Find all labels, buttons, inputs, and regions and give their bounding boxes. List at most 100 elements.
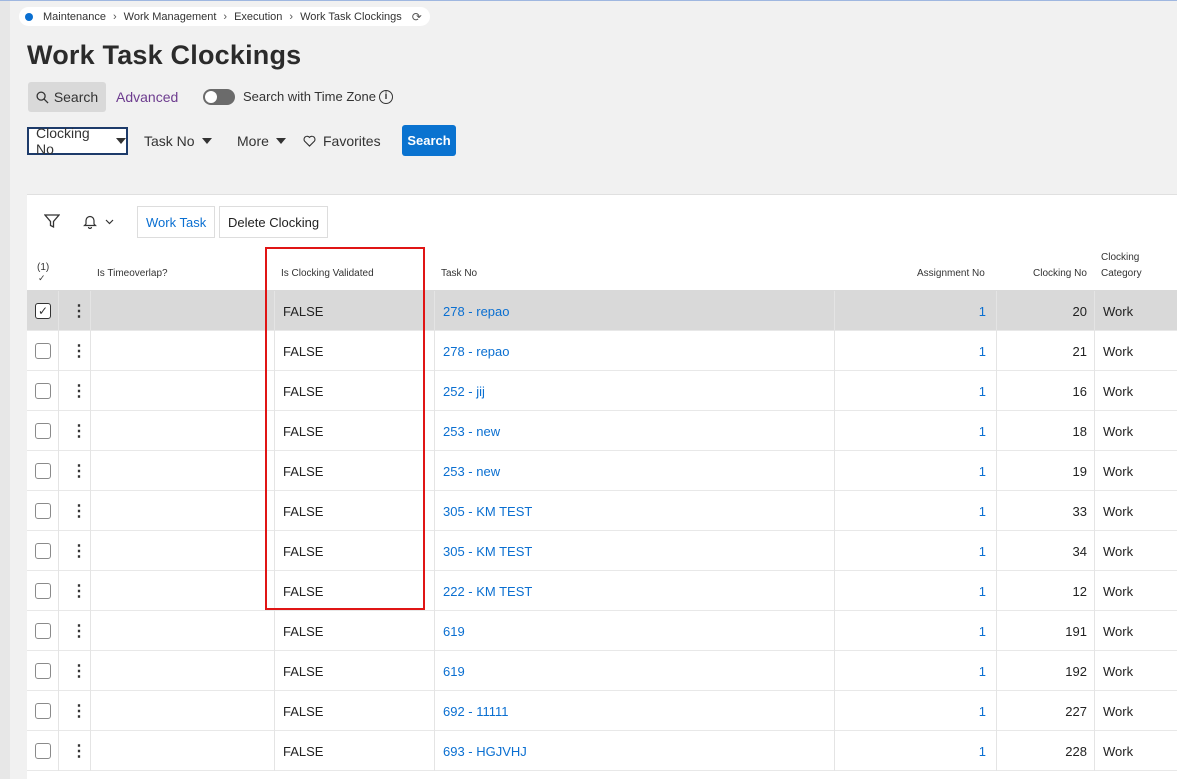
row-checkbox[interactable]: ✓ (35, 303, 51, 319)
kebab-icon[interactable]: ⋮ (71, 731, 87, 771)
clocking-no-cell: 12 (1072, 583, 1087, 599)
home-dot-icon[interactable] (25, 12, 33, 21)
row-checkbox[interactable] (35, 543, 51, 559)
clocking-no-cell: 18 (1072, 423, 1087, 439)
breadcrumb-item-execution[interactable]: Execution (234, 11, 282, 23)
task-no-link[interactable]: 305 - KM TEST (443, 491, 532, 531)
col-assignment-no[interactable]: Assignment No (917, 268, 985, 279)
kebab-icon[interactable]: ⋮ (71, 411, 87, 451)
category-cell: Work (1103, 303, 1134, 319)
table-row[interactable]: ⋮ FALSE 305 - KM TEST 1 34 Work (27, 531, 1177, 571)
assignment-no-link[interactable]: 1 (947, 291, 986, 331)
breadcrumb-item-maintenance[interactable]: Maintenance (43, 11, 106, 23)
task-no-link[interactable]: 305 - KM TEST (443, 531, 532, 571)
col-category-line2[interactable]: Category (1101, 268, 1142, 279)
caret-down-icon (201, 138, 212, 144)
task-no-link[interactable]: 278 - repao (443, 331, 510, 371)
clocking-no-cell: 228 (1065, 743, 1087, 759)
clocking-no-cell: 21 (1072, 343, 1087, 359)
task-no-link[interactable]: 619 (443, 611, 465, 651)
col-category-line1[interactable]: Clocking (1101, 252, 1139, 263)
assignment-no-link[interactable]: 1 (947, 691, 986, 731)
breadcrumb-item-work-management[interactable]: Work Management (124, 11, 217, 23)
row-checkbox[interactable] (35, 463, 51, 479)
assignment-no-link[interactable]: 1 (947, 371, 986, 411)
row-checkbox[interactable] (35, 623, 51, 639)
row-checkbox[interactable] (35, 743, 51, 759)
refresh-icon[interactable]: ⟳ (412, 10, 422, 24)
kebab-icon[interactable]: ⋮ (71, 611, 87, 651)
kebab-icon[interactable]: ⋮ (71, 451, 87, 491)
search-tab[interactable]: Search (28, 82, 106, 112)
search-button[interactable]: Search (402, 125, 456, 156)
task-no-link[interactable]: 619 (443, 651, 465, 691)
more-filter[interactable]: More (237, 127, 286, 155)
assignment-no-link[interactable]: 1 (947, 731, 986, 771)
table-row[interactable]: ⋮ FALSE 278 - repao 1 21 Work (27, 331, 1177, 371)
row-checkbox[interactable] (35, 503, 51, 519)
validated-cell: FALSE (283, 623, 324, 639)
task-no-link[interactable]: 222 - KM TEST (443, 571, 532, 611)
table-row[interactable]: ⋮ FALSE 692 - 11111 1 227 Work (27, 691, 1177, 731)
row-checkbox-cell (35, 731, 51, 771)
info-icon[interactable]: i (378, 89, 393, 104)
kebab-icon[interactable]: ⋮ (71, 491, 87, 531)
kebab-icon[interactable]: ⋮ (71, 331, 87, 371)
task-no-link[interactable]: 253 - new (443, 451, 500, 491)
assignment-no-link[interactable]: 1 (947, 331, 986, 371)
funnel-icon[interactable] (44, 213, 60, 229)
row-checkbox-cell (35, 531, 51, 571)
advanced-tab[interactable]: Advanced (116, 89, 178, 105)
col-timeoverlap[interactable]: Is Timeoverlap? (97, 268, 168, 279)
work-task-button[interactable]: Work Task (137, 206, 216, 238)
col-task-no[interactable]: Task No (441, 268, 477, 279)
task-no-link[interactable]: 253 - new (443, 411, 500, 451)
row-checkbox[interactable] (35, 703, 51, 719)
task-no-link[interactable]: 278 - repao (443, 291, 510, 331)
timezone-toggle[interactable] (203, 89, 235, 105)
table-row[interactable]: ⋮ FALSE 619 1 191 Work (27, 611, 1177, 651)
validated-cell: FALSE (283, 543, 324, 559)
col-validated[interactable]: Is Clocking Validated (281, 268, 374, 279)
row-checkbox[interactable] (35, 343, 51, 359)
assignment-no-link[interactable]: 1 (947, 411, 986, 451)
table-row[interactable]: ⋮ FALSE 252 - jij 1 16 Work (27, 371, 1177, 411)
assignment-no-link[interactable]: 1 (947, 451, 986, 491)
kebab-icon[interactable]: ⋮ (71, 651, 87, 691)
task-no-link[interactable]: 692 - 11111 (443, 691, 509, 731)
kebab-icon[interactable]: ⋮ (71, 691, 87, 731)
row-checkbox[interactable] (35, 383, 51, 399)
row-checkbox[interactable] (35, 583, 51, 599)
assignment-no-link[interactable]: 1 (947, 571, 986, 611)
assignment-no-link[interactable]: 1 (947, 651, 986, 691)
table-row[interactable]: ⋮ FALSE 253 - new 1 19 Work (27, 451, 1177, 491)
notify-dropdown[interactable] (83, 214, 114, 229)
table-row[interactable]: ⋮ FALSE 253 - new 1 18 Work (27, 411, 1177, 451)
validated-cell: FALSE (283, 743, 324, 759)
row-checkbox[interactable] (35, 423, 51, 439)
row-checkbox[interactable] (35, 663, 51, 679)
table-row[interactable]: ⋮ FALSE 222 - KM TEST 1 12 Work (27, 571, 1177, 611)
kebab-icon[interactable]: ⋮ (71, 531, 87, 571)
col-clocking-no[interactable]: Clocking No (1033, 268, 1087, 279)
assignment-no-link[interactable]: 1 (947, 531, 986, 571)
kebab-icon[interactable]: ⋮ (71, 291, 87, 331)
kebab-icon[interactable]: ⋮ (71, 571, 87, 611)
category-cell: Work (1103, 623, 1134, 639)
table-row[interactable]: ⋮ FALSE 305 - KM TEST 1 33 Work (27, 491, 1177, 531)
task-no-link[interactable]: 693 - HGJVHJ (443, 731, 527, 771)
table-row[interactable]: ⋮ FALSE 619 1 192 Work (27, 651, 1177, 691)
caret-down-icon (275, 138, 286, 144)
chevron-right-icon: › (223, 10, 228, 23)
delete-clocking-button[interactable]: Delete Clocking (219, 206, 329, 238)
kebab-icon[interactable]: ⋮ (71, 371, 87, 411)
task-no-filter[interactable]: Task No (144, 127, 212, 155)
assignment-no-link[interactable]: 1 (947, 611, 986, 651)
row-checkbox-cell (35, 571, 51, 611)
assignment-no-link[interactable]: 1 (947, 491, 986, 531)
table-row[interactable]: ⋮ FALSE 693 - HGJVHJ 1 228 Work (27, 731, 1177, 771)
clocking-no-filter[interactable]: Clocking No (27, 125, 128, 157)
task-no-link[interactable]: 252 - jij (443, 371, 485, 411)
favorites-button[interactable]: Favorites (303, 127, 381, 155)
table-row[interactable]: ✓ ⋮ FALSE 278 - repao 1 20 Work (27, 291, 1177, 331)
